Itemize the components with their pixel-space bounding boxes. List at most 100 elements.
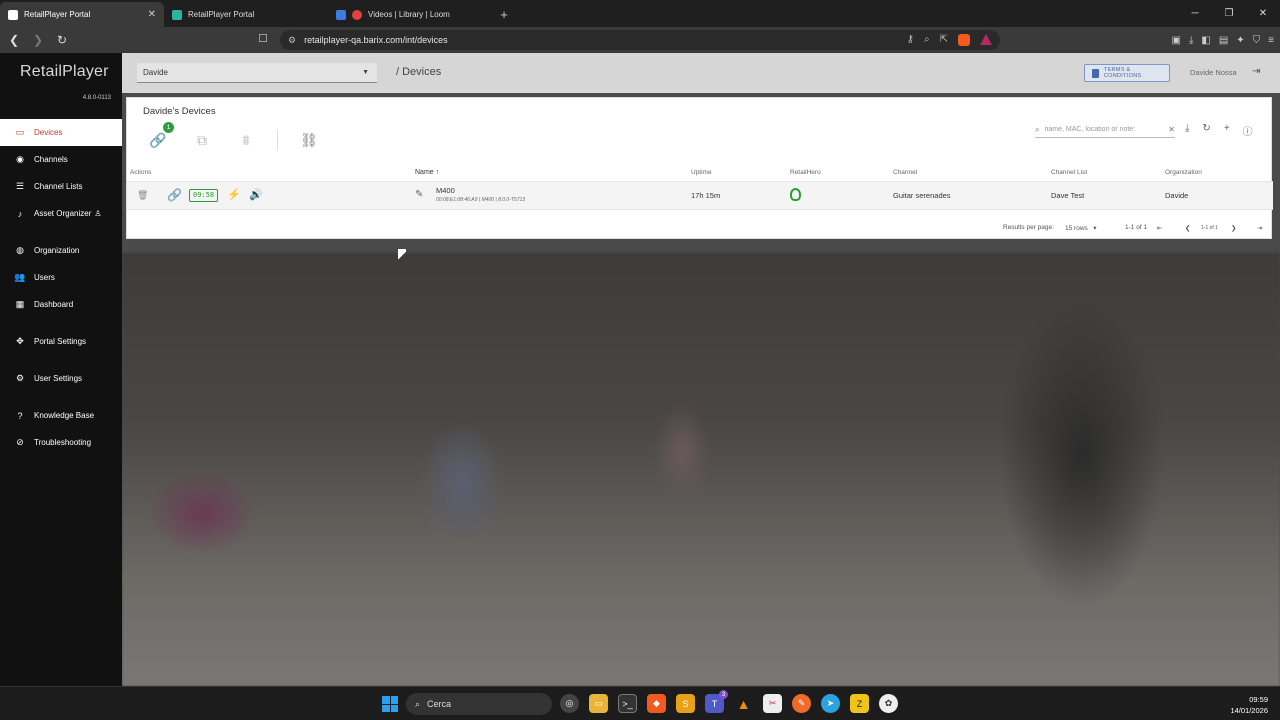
search-input[interactable]: name, MAC, location or note: <box>1044 126 1163 133</box>
search-icon: ⌕ <box>415 698 421 709</box>
app-circle-icon[interactable]: ◎ <box>560 694 579 713</box>
column-header-organization[interactable]: Organization <box>1165 169 1202 176</box>
column-header-channel[interactable]: Channel <box>893 169 917 176</box>
logout-icon[interactable]: ⇥ <box>1252 66 1260 77</box>
pagination-range: 1-1 of 1 <box>1125 224 1148 231</box>
trash-icon[interactable]: 🗑 <box>137 190 148 201</box>
zoom-icon[interactable]: ⌕ <box>924 34 930 46</box>
download-icon[interactable]: ⤓ <box>1185 123 1189 138</box>
table-row[interactable]: 🗑 🔗 09:58 ⚡ 🔊 ✎ M400 00:08:E1:08:46:A9 |… <box>127 182 1273 210</box>
device-channel-list: Dave Test <box>1051 191 1085 200</box>
leo-ai-icon[interactable]: ✦ <box>1236 35 1244 46</box>
sidebar-item-asset-organizer[interactable]: ♪ Asset Organizer ♙ <box>0 200 122 227</box>
screenshot-icon[interactable]: ▣ <box>1171 35 1180 46</box>
retailplayer-favicon-icon <box>8 9 18 20</box>
brave-shields-icon[interactable] <box>958 34 970 46</box>
terminal-icon[interactable]: >_ <box>618 694 637 713</box>
signal-icon[interactable]: ⚡ <box>227 188 241 201</box>
sidebar-item-organization[interactable]: ◍ Organization <box>0 237 122 264</box>
close-window-icon[interactable]: ✕ <box>1246 0 1280 27</box>
sidebar-item-portal-settings[interactable]: ✥ Portal Settings <box>0 328 122 355</box>
sidebar-item-troubleshooting[interactable]: ⊘ Troubleshooting <box>0 429 122 456</box>
edit-icon[interactable]: ✎ <box>415 189 423 200</box>
sidebar-item-knowledge-base[interactable]: ? Knowledge Base <box>0 402 122 429</box>
organization-select[interactable]: Davide ▼ <box>137 63 377 83</box>
refresh-icon[interactable]: ↻ <box>1202 123 1210 138</box>
terms-label: TERMS & CONDITIONS <box>1103 67 1142 79</box>
address-bar[interactable]: ⚙ retailplayer-qa.barix.com/int/devices … <box>280 30 1000 50</box>
key-icon[interactable]: ⚷ <box>907 34 914 46</box>
browser-tab-3[interactable]: Videos | Library | Loom <box>328 2 492 27</box>
brave-browser-icon[interactable]: ◆ <box>647 694 666 713</box>
volume-icon[interactable]: 🔊 <box>249 188 263 201</box>
add-device-icon[interactable]: + <box>1224 123 1230 138</box>
column-header-channel-list[interactable]: Channel List <box>1051 169 1087 176</box>
sidebar-item-channels[interactable]: ◉ Channels <box>0 146 122 173</box>
browser-tab-1[interactable]: RetailPlayer Portal ✕ <box>0 2 164 27</box>
download-icon[interactable]: ⤓ <box>1189 35 1193 46</box>
search-icon: ⌕ <box>1035 124 1040 134</box>
sidebar-item-users[interactable]: 👥 Users <box>0 264 122 291</box>
clear-search-icon[interactable]: ✕ <box>1168 125 1175 134</box>
link-device-icon[interactable]: 🔗 1 <box>145 122 174 150</box>
column-header-uptime[interactable]: Uptime <box>691 169 712 176</box>
maximize-icon[interactable]: ❐ <box>1212 0 1246 27</box>
bookmark-icon[interactable]: ☐ <box>258 32 268 45</box>
device-search[interactable]: ⌕ name, MAC, location or note: ✕ <box>1035 122 1175 138</box>
forward-icon[interactable]: ❯ <box>28 30 48 50</box>
teams-badge: 3 <box>719 690 728 699</box>
device-name[interactable]: M400 <box>436 186 455 195</box>
app-utility-icon[interactable]: ✿ <box>879 694 898 713</box>
unlink-device-icon[interactable]: ⛓ <box>296 130 322 150</box>
menu-icon[interactable]: ≡ <box>1268 35 1274 46</box>
reload-icon[interactable]: ↻ <box>52 30 72 50</box>
background-photo <box>122 253 1280 686</box>
teams-icon[interactable]: T3 <box>705 690 728 713</box>
audio-settings-icon[interactable]: ⩩ <box>233 130 259 150</box>
next-page-icon[interactable]: ❯ <box>1231 224 1236 232</box>
file-explorer-icon[interactable]: ▭ <box>589 694 608 713</box>
share-icon[interactable]: ⇱ <box>940 34 948 46</box>
sidebar-item-dashboard[interactable]: ▦ Dashboard <box>0 291 122 318</box>
audio-wave-icon[interactable]: ⧉ <box>189 130 215 150</box>
new-tab-button[interactable]: + <box>492 2 516 27</box>
back-icon[interactable]: ❮ <box>4 30 24 50</box>
rows-per-page-select[interactable]: 15 rows ▾ <box>1065 224 1096 232</box>
browser-tab-2[interactable]: RetailPlayer Portal <box>164 2 328 27</box>
minimize-icon[interactable]: ─ <box>1178 0 1212 27</box>
sidebar-item-label: Troubleshooting <box>34 438 92 447</box>
help-circle-icon[interactable]: ⓘ <box>1243 123 1253 138</box>
sidebar-toggle-icon[interactable]: ◧ <box>1201 35 1210 46</box>
vpn-icon[interactable]: ⛉ <box>1253 35 1261 46</box>
badge-icon: ♙ <box>94 209 102 218</box>
system-clock[interactable]: 09:59 14/01/2026 <box>1230 694 1268 716</box>
sidebar-nav: ▭ Devices ◉ Channels ☰ Channel Lists ♪ A… <box>0 119 122 456</box>
first-page-icon[interactable]: ⇤ <box>1157 224 1162 232</box>
sidebar-item-devices[interactable]: ▭ Devices <box>0 119 122 146</box>
timer-badge[interactable]: 09:58 <box>189 189 219 202</box>
last-page-icon[interactable]: ⇥ <box>1257 224 1262 232</box>
linked-icon[interactable]: 🔗 <box>167 188 182 202</box>
site-info-icon[interactable]: ⚙ <box>288 35 296 46</box>
terms-conditions-button[interactable]: TERMS & CONDITIONS <box>1084 64 1170 82</box>
devices-panel: Davide's Devices 🔗 1 ⧉ ⩩ ⛓ ⌕ name, MAC, … <box>126 97 1273 239</box>
globe-icon: ◍ <box>16 245 24 255</box>
sidebar-item-channel-lists[interactable]: ☰ Channel Lists <box>0 173 122 200</box>
telegram-icon[interactable]: ➤ <box>821 694 840 713</box>
vlc-icon[interactable]: ▲ <box>734 694 753 713</box>
column-header-name[interactable]: Name ↑ <box>415 169 439 176</box>
filezilla-icon[interactable]: Z <box>850 694 869 713</box>
tab-title: Videos | Library | Loom <box>368 10 450 19</box>
windows-start-icon[interactable] <box>382 696 398 712</box>
device-channel: Guitar serenades <box>893 191 951 200</box>
sidebar-item-user-settings[interactable]: ⚙ User Settings <box>0 365 122 392</box>
brave-rewards-icon[interactable] <box>980 34 992 45</box>
close-tab-icon[interactable]: ✕ <box>148 9 156 20</box>
wallet-icon[interactable]: ▤ <box>1219 35 1228 46</box>
column-header-retailhero[interactable]: RetailHero <box>790 169 821 176</box>
prev-page-icon[interactable]: ❮ <box>1185 224 1190 232</box>
snipping-tool-icon[interactable]: ✂ <box>763 694 782 713</box>
taskbar-search[interactable]: ⌕ Cerca <box>406 693 552 715</box>
postman-icon[interactable]: ✎ <box>792 694 811 713</box>
sublime-text-icon[interactable]: S <box>676 694 695 713</box>
